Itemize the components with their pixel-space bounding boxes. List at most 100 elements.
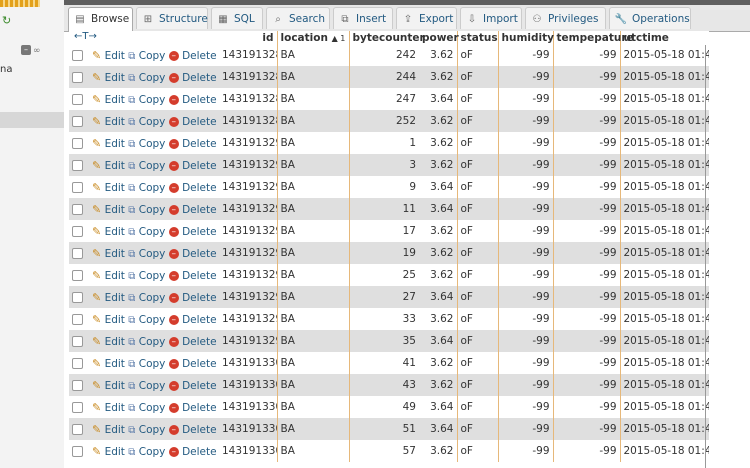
- copy-button[interactable]: ⧉ Copy: [128, 336, 165, 348]
- cell-power[interactable]: 3.62: [419, 352, 457, 374]
- delete-button[interactable]: – Delete: [168, 270, 217, 282]
- cell-power[interactable]: 3.62: [419, 44, 457, 66]
- delete-button[interactable]: – Delete: [168, 292, 217, 304]
- cell-temperature[interactable]: -99: [552, 44, 620, 66]
- cell-status[interactable]: oF: [456, 198, 498, 220]
- cell-bytecounter[interactable]: 242: [348, 44, 419, 66]
- tab-export[interactable]: ⇪ Export: [396, 7, 457, 29]
- copy-button[interactable]: ⧉ Copy: [128, 270, 165, 282]
- cell-humidity[interactable]: -99: [497, 308, 553, 330]
- cell-temperature[interactable]: -99: [552, 132, 620, 154]
- cell-bytecounter[interactable]: 51: [348, 418, 419, 440]
- cell-id[interactable]: 1431913296: [219, 264, 277, 286]
- cell-power[interactable]: 3.62: [419, 242, 457, 264]
- cell-id[interactable]: 1431913297: [219, 286, 277, 308]
- delete-button[interactable]: – Delete: [168, 358, 217, 370]
- cell-utctime[interactable]: 2015-05-18 01:41:33: [619, 198, 709, 220]
- cell-status[interactable]: oF: [456, 66, 498, 88]
- row-checkbox[interactable]: [72, 159, 83, 171]
- row-checkbox[interactable]: [72, 379, 83, 391]
- row-checkbox[interactable]: [72, 115, 83, 127]
- col-header-id[interactable]: id: [219, 31, 277, 45]
- tab-insert[interactable]: ⧉ Insert: [333, 7, 393, 29]
- copy-button[interactable]: ⧉ Copy: [128, 424, 165, 436]
- cell-status[interactable]: oF: [456, 418, 498, 440]
- cell-location[interactable]: BA: [276, 396, 349, 418]
- cell-location[interactable]: BA: [276, 198, 349, 220]
- copy-button[interactable]: ⧉ Copy: [128, 314, 165, 326]
- copy-button[interactable]: ⧉ Copy: [128, 116, 165, 128]
- sidebar-selected-item[interactable]: [0, 112, 64, 128]
- delete-button[interactable]: – Delete: [168, 204, 217, 216]
- cell-status[interactable]: oF: [456, 264, 498, 286]
- delete-button[interactable]: – Delete: [168, 116, 217, 128]
- cell-bytecounter[interactable]: 247: [348, 88, 419, 110]
- row-checkbox[interactable]: [72, 313, 83, 325]
- copy-button[interactable]: ⧉ Copy: [128, 138, 165, 150]
- cell-temperature[interactable]: -99: [552, 330, 620, 352]
- cell-bytecounter[interactable]: 9: [348, 176, 419, 198]
- cell-temperature[interactable]: -99: [552, 220, 620, 242]
- edit-button[interactable]: ✎ Edit: [92, 291, 125, 304]
- cell-status[interactable]: oF: [456, 220, 498, 242]
- col-header-power[interactable]: power: [419, 31, 459, 45]
- row-checkbox[interactable]: [72, 423, 83, 435]
- cell-location[interactable]: BA: [276, 242, 349, 264]
- cell-temperature[interactable]: -99: [552, 242, 620, 264]
- cell-id[interactable]: 1431913295: [219, 242, 277, 264]
- delete-button[interactable]: – Delete: [168, 50, 217, 62]
- delete-button[interactable]: – Delete: [168, 160, 217, 172]
- cell-location[interactable]: BA: [276, 154, 349, 176]
- cell-location[interactable]: BA: [276, 66, 349, 88]
- copy-button[interactable]: ⧉ Copy: [128, 248, 165, 260]
- row-checkbox[interactable]: [72, 401, 83, 413]
- cell-utctime[interactable]: 2015-05-18 01:41:43: [619, 418, 709, 440]
- cell-location[interactable]: BA: [276, 88, 349, 110]
- edit-button[interactable]: ✎ Edit: [92, 71, 125, 84]
- cell-utctime[interactable]: 2015-05-18 01:41:27: [619, 66, 709, 88]
- cell-utctime[interactable]: 2015-05-18 01:41:34: [619, 220, 709, 242]
- cell-bytecounter[interactable]: 57: [348, 440, 419, 462]
- col-header-location[interactable]: location ▲ 1: [276, 31, 349, 45]
- cell-utctime[interactable]: 2015-05-18 01:41:29: [619, 110, 709, 132]
- delete-button[interactable]: – Delete: [168, 446, 217, 458]
- cell-id[interactable]: 1431913303: [219, 418, 277, 440]
- cell-humidity[interactable]: -99: [497, 352, 553, 374]
- cell-power[interactable]: 3.64: [419, 198, 457, 220]
- col-header-status[interactable]: status: [456, 31, 498, 45]
- col-header-utctime[interactable]: utctime: [619, 31, 709, 45]
- edit-button[interactable]: ✎ Edit: [92, 159, 125, 172]
- cell-utctime[interactable]: 2015-05-18 01:41:38: [619, 308, 709, 330]
- delete-button[interactable]: – Delete: [168, 226, 217, 238]
- tab-browse[interactable]: ▤ Browse: [68, 7, 133, 32]
- cell-status[interactable]: oF: [456, 88, 498, 110]
- cell-utctime[interactable]: 2015-05-18 01:41:41: [619, 374, 709, 396]
- cell-power[interactable]: 3.64: [419, 396, 457, 418]
- cell-utctime[interactable]: 2015-05-18 01:41:36: [619, 264, 709, 286]
- copy-button[interactable]: ⧉ Copy: [128, 160, 165, 172]
- tab-operations[interactable]: 🔧 Operations: [609, 7, 691, 29]
- cell-bytecounter[interactable]: 11: [348, 198, 419, 220]
- row-checkbox[interactable]: [72, 137, 83, 149]
- tab-structure[interactable]: ⊞ Structure: [136, 7, 208, 29]
- cell-humidity[interactable]: -99: [497, 286, 553, 308]
- cell-humidity[interactable]: -99: [497, 396, 553, 418]
- cell-temperature[interactable]: -99: [552, 66, 620, 88]
- cell-id[interactable]: 1431913286: [219, 44, 277, 66]
- copy-button[interactable]: ⧉ Copy: [128, 292, 165, 304]
- cell-humidity[interactable]: -99: [497, 418, 553, 440]
- cell-location[interactable]: BA: [276, 440, 349, 462]
- cell-status[interactable]: oF: [456, 374, 498, 396]
- collapse-icon[interactable]: –: [21, 45, 31, 55]
- edit-button[interactable]: ✎ Edit: [92, 401, 125, 414]
- cell-status[interactable]: oF: [456, 242, 498, 264]
- cell-id[interactable]: 1431913288: [219, 88, 277, 110]
- cell-utctime[interactable]: 2015-05-18 01:41:42: [619, 396, 709, 418]
- cell-id[interactable]: 1431913294: [219, 220, 277, 242]
- cell-temperature[interactable]: -99: [552, 176, 620, 198]
- cell-location[interactable]: BA: [276, 44, 349, 66]
- cell-bytecounter[interactable]: 3: [348, 154, 419, 176]
- cell-bytecounter[interactable]: 41: [348, 352, 419, 374]
- cell-utctime[interactable]: 2015-05-18 01:41:26: [619, 44, 709, 66]
- row-checkbox[interactable]: [72, 181, 83, 193]
